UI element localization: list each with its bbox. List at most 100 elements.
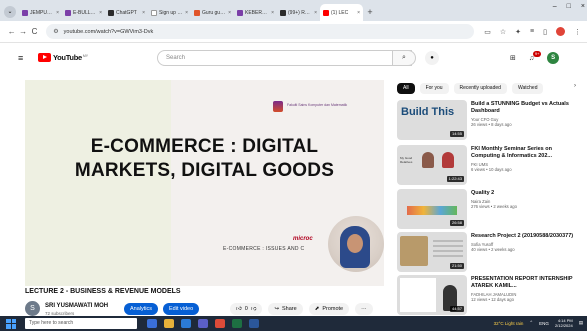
recommended-video[interactable]: Build This 14:55 Build a STUNNING Budget…	[397, 100, 577, 142]
tab-close-icon[interactable]: ×	[357, 10, 360, 16]
task-view-icon[interactable]	[147, 319, 157, 328]
reading-list-icon[interactable]: ≡	[530, 28, 534, 35]
channel-name[interactable]: SRI YUSMAWATI MOH	[45, 303, 108, 309]
video-thumbnail[interactable]: 26:58	[397, 189, 467, 229]
new-tab-button[interactable]: +	[363, 4, 377, 21]
search-input[interactable]: Search	[157, 50, 412, 66]
browser-tab-active[interactable]: (1) LEC ×	[320, 4, 363, 21]
url-field[interactable]: ⚙ youtube.com/watch?v=GWVim3-Dvk	[46, 24, 475, 39]
notifications-button[interactable]: ♫ 9+	[529, 50, 542, 62]
sidepanel-icon[interactable]: ▯	[543, 28, 547, 36]
browser-profile-avatar[interactable]	[556, 27, 565, 36]
tab-search-button[interactable]: ⌄	[4, 6, 16, 18]
video-thumbnail[interactable]: My Good Relatives 1:22:43	[397, 145, 467, 185]
excel-icon[interactable]	[232, 319, 242, 328]
video-meta: 26 views • 8 days ago	[471, 122, 512, 127]
analytics-button[interactable]: Analytics	[124, 303, 159, 315]
search-button[interactable]: ⌕	[392, 50, 416, 66]
browser-tab[interactable]: ChatGPT ×	[105, 4, 148, 21]
browser-tab[interactable]: Guru guna T×	[191, 4, 234, 21]
tab-close-icon[interactable]: ×	[56, 10, 59, 16]
tab-close-icon[interactable]: ×	[228, 10, 231, 16]
chip-all[interactable]: All	[397, 83, 415, 94]
tab-close-icon[interactable]: ×	[314, 10, 317, 16]
browser-tab[interactable]: Sign up | Su×	[148, 4, 191, 21]
recommended-video[interactable]: My Good Relatives 1:22:43 FKI Monthly Se…	[397, 145, 577, 187]
more-actions-button[interactable]: ···	[355, 303, 373, 315]
tab-label: E-BULLETIN	[73, 9, 97, 16]
maximize-button[interactable]: □	[567, 3, 571, 10]
bookmark-star-icon[interactable]: ☆	[500, 28, 506, 36]
tab-close-icon[interactable]: ×	[185, 10, 188, 16]
chip-watched[interactable]: Watched	[511, 83, 544, 94]
forward-button[interactable]: →	[17, 27, 28, 36]
close-window-button[interactable]: ×	[581, 3, 585, 10]
thumbs-down-icon[interactable]: 👎︎	[251, 303, 257, 315]
channel-avatar[interactable]: S	[25, 301, 40, 316]
video-title[interactable]: Build a STUNNING Budget vs Actuals Dashb…	[471, 101, 575, 115]
tray-overflow-icon[interactable]: ⌃	[529, 320, 533, 326]
taskbar-search-input[interactable]: Type here to search	[25, 318, 137, 329]
tab-close-icon[interactable]: ×	[142, 10, 145, 16]
video-title[interactable]: FKI Monthly Seminar Series on Computing …	[471, 146, 575, 160]
promote-button[interactable]: ⬈ Promote	[308, 303, 350, 315]
browser-tab[interactable]: JEMPUTAN ×	[19, 4, 62, 21]
reload-button[interactable]: C	[29, 27, 40, 36]
chrome-browser-icon[interactable]	[215, 319, 225, 328]
video-player[interactable]: Fakulti Sains Komputer dan Matematik E-C…	[25, 80, 384, 286]
weather-widget[interactable]: 32°C Light rain	[494, 321, 524, 326]
youtube-country-code: MY	[82, 53, 89, 58]
browser-tab[interactable]: E-BULLETIN×	[62, 4, 105, 21]
search-icon: ⌕	[402, 54, 406, 61]
cast-icon[interactable]: ▭	[484, 28, 491, 36]
video-thumbnail[interactable]: Build This 14:55	[397, 100, 467, 140]
account-avatar[interactable]: S	[547, 52, 560, 64]
video-title[interactable]: Research Project 2 (20190588/2030377)	[471, 233, 575, 240]
chip-recently-uploaded[interactable]: Recently uploaded	[453, 83, 507, 94]
voice-search-button[interactable]: ●	[425, 51, 439, 65]
windows-start-icon[interactable]	[6, 318, 16, 329]
tab-label: (99+) Respo	[288, 9, 312, 16]
browser-menu-icon[interactable]: ⋮	[574, 28, 581, 36]
edge-browser-icon[interactable]	[181, 319, 191, 328]
promote-icon: ⬈	[314, 306, 320, 312]
slide-microcap-text: microc	[293, 236, 313, 242]
teams-icon[interactable]	[198, 319, 208, 328]
tab-favicon	[108, 9, 114, 16]
recommended-video[interactable]: 21:50 Research Project 2 (20190588/20303…	[397, 232, 577, 274]
like-button[interactable]: 👍︎ 0 👎︎	[230, 303, 263, 315]
video-meta: 40 views • 2 weeks ago	[471, 247, 515, 252]
taskbar-clock[interactable]: 4:14 PM 2/12/2024	[555, 318, 573, 328]
tab-close-icon[interactable]: ×	[271, 10, 274, 16]
share-button[interactable]: ↪ Share	[268, 303, 303, 315]
recommended-video[interactable]: 26:58 Quality 2 Naira Zain 276 views • 2…	[397, 189, 577, 231]
browser-tab[interactable]: (99+) Respo×	[277, 4, 320, 21]
slide-faculty-text: Fakulti Sains Komputer dan Matematik	[287, 103, 348, 107]
minimize-button[interactable]: –	[553, 3, 557, 10]
file-explorer-icon[interactable]	[164, 319, 174, 328]
edit-video-button[interactable]: Edit video	[163, 303, 200, 315]
youtube-logo[interactable]: YouTube MY	[38, 53, 88, 62]
back-button[interactable]: ←	[6, 27, 17, 36]
video-thumbnail[interactable]: 44:57	[397, 275, 467, 315]
create-video-icon[interactable]: ⊞	[510, 54, 516, 62]
chip-for-you[interactable]: For you	[419, 83, 449, 94]
thumbnail-text: Build This	[401, 106, 455, 118]
language-indicator[interactable]: ENG	[539, 321, 549, 326]
extensions-icon[interactable]: ✦	[515, 28, 521, 36]
tab-label: Guru guna T	[202, 9, 226, 16]
hamburger-menu-icon[interactable]: ≡	[18, 53, 23, 63]
video-title[interactable]: Quality 2	[471, 190, 575, 197]
word-icon[interactable]	[249, 319, 259, 328]
notification-center-icon[interactable]: ▤	[579, 320, 583, 326]
browser-tab[interactable]: KEBERKESA×	[234, 4, 277, 21]
video-thumbnail[interactable]: 21:50	[397, 232, 467, 272]
like-count: 0	[244, 306, 248, 312]
site-info-icon[interactable]: ⚙	[53, 28, 58, 35]
youtube-logo-text: YouTube	[53, 53, 82, 62]
filter-chips: All For you Recently uploaded Watched	[397, 83, 544, 94]
video-title[interactable]: PRESENTATION REPORT INTERNSHIP ATAREK KA…	[471, 276, 575, 290]
tab-close-icon[interactable]: ×	[99, 10, 102, 16]
chip-next-arrow-icon[interactable]: ›	[574, 83, 576, 89]
recommended-video[interactable]: 44:57 PRESENTATION REPORT INTERNSHIP ATA…	[397, 275, 577, 317]
